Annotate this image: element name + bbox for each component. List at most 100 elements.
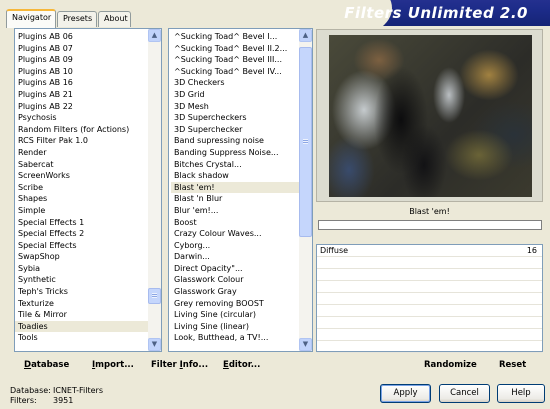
filter-list-item[interactable]: 3D Supercheckers [171, 112, 299, 124]
category-list-item[interactable]: Plugins AB 21 [15, 89, 148, 101]
category-list-item[interactable]: Scribe [15, 182, 148, 194]
scroll-up-icon[interactable]: ▲ [299, 29, 312, 42]
filter-list[interactable]: ^Sucking Toad^ Bevel I... ^Sucking Toad^ … [171, 31, 299, 351]
editor-button[interactable]: Editor... [223, 358, 260, 372]
category-list-item[interactable]: Tools [15, 332, 148, 344]
filter-list-item[interactable]: 3D Grid [171, 89, 299, 101]
filter-list-item[interactable]: ^Sucking Toad^ Bevel II.2... [171, 43, 299, 55]
category-list-item[interactable]: Simple [15, 205, 148, 217]
tab-presets[interactable]: Presets [57, 11, 97, 27]
category-list-item[interactable]: Random Filters (for Actions) [15, 124, 148, 136]
filter-list-item[interactable]: Living Sine (linear) [171, 321, 299, 333]
filter-list-item[interactable]: Look, Butthead, a TV!... [171, 332, 299, 344]
category-list-item[interactable]: Plugins AB 06 [15, 31, 148, 43]
parameter-row[interactable] [317, 257, 542, 269]
database-button[interactable]: Database [24, 358, 69, 372]
cancel-button[interactable]: Cancel [439, 384, 490, 403]
scroll-down-icon[interactable]: ▼ [299, 338, 312, 351]
parameter-row[interactable] [317, 293, 542, 305]
category-scroll-thumb[interactable] [148, 288, 161, 305]
scroll-down-icon[interactable]: ▼ [148, 338, 161, 351]
database-label: atabase [31, 360, 70, 370]
filter-list-item[interactable]: Darwin... [171, 251, 299, 263]
parameter-row[interactable]: Diffuse 16 [317, 245, 542, 257]
category-list-item[interactable]: Special Effects 2 [15, 228, 148, 240]
filter-list-item[interactable]: ^Sucking Toad^ Bevel I... [171, 31, 299, 43]
filter-list-item[interactable]: 3D Checkers [171, 77, 299, 89]
tab-about[interactable]: About [98, 11, 131, 27]
filter-info-button[interactable]: Filter Info... [151, 358, 208, 372]
filter-list-item[interactable]: Cyborg... [171, 240, 299, 252]
filter-list-item[interactable]: 3D Superchecker [171, 124, 299, 136]
preview-image[interactable] [329, 35, 532, 197]
parameter-row[interactable] [317, 329, 542, 341]
category-list-item[interactable]: Synthetic [15, 274, 148, 286]
filter-list-item[interactable]: ^Sucking Toad^ Bevel IV... [171, 66, 299, 78]
category-list-item[interactable]: Plugins AB 07 [15, 43, 148, 55]
filter-list-item[interactable]: Boost [171, 217, 299, 229]
filter-list-item[interactable]: Blur 'em!... [171, 205, 299, 217]
category-list-item[interactable]: Sybia [15, 263, 148, 275]
filter-list-panel: ^Sucking Toad^ Bevel I... ^Sucking Toad^ … [168, 28, 313, 352]
category-list-item[interactable]: Special Effects 1 [15, 217, 148, 229]
filter-scrollbar[interactable]: ▲ ▼ [299, 29, 312, 351]
category-list-item[interactable]: Plugins AB 16 [15, 77, 148, 89]
parameter-panel: Diffuse 16 [316, 244, 543, 353]
filter-list-item[interactable]: Grey removing BOOST [171, 298, 299, 310]
category-list-item[interactable]: Sabercat [15, 159, 148, 171]
category-list-item[interactable]: Shapes [15, 193, 148, 205]
filter-info-label-a: Filter [151, 360, 180, 370]
category-list-item[interactable]: RCS Filter Pak 1.0 [15, 135, 148, 147]
category-list-panel: Plugins AB 06 Plugins AB 07 Plugins AB 09 P… [14, 28, 162, 352]
filter-scroll-thumb[interactable] [299, 47, 312, 238]
filter-list-item[interactable]: Banding Suppress Noise... [171, 147, 299, 159]
filter-list-item[interactable]: Black shadow [171, 170, 299, 182]
filter-list-item[interactable]: Glasswork Gray [171, 286, 299, 298]
category-list-item[interactable]: Texturize [15, 298, 148, 310]
scroll-up-icon[interactable]: ▲ [148, 29, 161, 42]
footer-database-value: ICNET-Filters [53, 386, 104, 395]
apply-button[interactable]: Apply [380, 384, 431, 403]
tab-bar: Navigator Presets About [0, 0, 320, 28]
filter-list-item[interactable]: Blast 'n Blur [171, 193, 299, 205]
import-label: mport... [95, 360, 134, 370]
category-list-item[interactable]: Plugins AB 09 [15, 54, 148, 66]
database-accel: D [24, 360, 32, 370]
parameter-row[interactable] [317, 317, 542, 329]
footer-filters-label: Filters: [10, 396, 37, 405]
help-button[interactable]: Help [497, 384, 545, 403]
category-list-item[interactable]: Toadies [15, 320, 148, 333]
tab-navigator[interactable]: Navigator [6, 9, 56, 28]
parameter-row[interactable] [317, 269, 542, 281]
category-list-item[interactable]: Teph's Tricks [15, 286, 148, 298]
category-list[interactable]: Plugins AB 06 Plugins AB 07 Plugins AB 09 P… [15, 31, 148, 351]
category-list-item[interactable]: Plugins AB 22 [15, 101, 148, 113]
editor-label: ditor... [228, 360, 261, 370]
filter-list-item[interactable]: Band supressing noise [171, 135, 299, 147]
parameter-row[interactable] [317, 281, 542, 293]
import-button[interactable]: Import... [92, 358, 134, 372]
filter-list-item[interactable]: Crazy Colour Waves... [171, 228, 299, 240]
reset-button[interactable]: Reset [499, 358, 526, 372]
filter-list-item[interactable]: Living Sine (circular) [171, 309, 299, 321]
filter-list-item[interactable]: 3D Mesh [171, 101, 299, 113]
filter-info-label-b: nfo... [182, 360, 209, 370]
category-list-item[interactable]: Plugins AB 10 [15, 66, 148, 78]
category-list-item[interactable]: Special Effects [15, 240, 148, 252]
parameter-row[interactable] [317, 305, 542, 317]
filter-list-item[interactable]: Blast 'em! [171, 181, 299, 194]
category-list-item[interactable]: Tile & Mirror [15, 309, 148, 321]
category-list-item[interactable]: Render [15, 147, 148, 159]
filter-list-item[interactable]: ^Sucking Toad^ Bevel III... [171, 54, 299, 66]
parameter-row[interactable] [317, 341, 542, 353]
category-scrollbar[interactable]: ▲ ▼ [148, 29, 161, 351]
app-title: Filters Unlimited 2.0 [344, 4, 528, 22]
parameter-label: Diffuse [320, 246, 349, 255]
filter-list-item[interactable]: Direct Opacity"... [171, 263, 299, 275]
filter-list-item[interactable]: Bitches Crystal... [171, 159, 299, 171]
category-list-item[interactable]: SwapShop [15, 251, 148, 263]
filter-list-item[interactable]: Glasswork Colour [171, 274, 299, 286]
category-list-item[interactable]: Psychosis [15, 112, 148, 124]
randomize-button[interactable]: Randomize [424, 358, 477, 372]
category-list-item[interactable]: ScreenWorks [15, 170, 148, 182]
